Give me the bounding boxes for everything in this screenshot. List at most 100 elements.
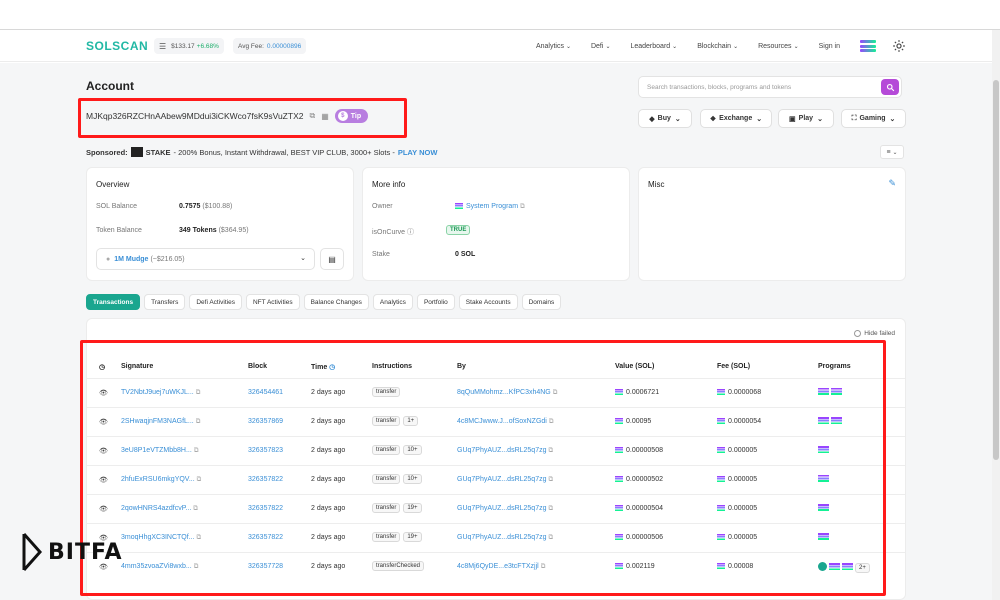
logo-text: SOLSCAN	[86, 39, 149, 53]
search-button[interactable]	[881, 79, 899, 95]
tab-transfers[interactable]: Transfers	[144, 294, 186, 310]
wallet-button[interactable]: ▤	[320, 248, 344, 270]
exchange-icon: ❖	[709, 115, 717, 123]
browser-top-strip	[0, 0, 1000, 30]
nav-resources[interactable]: Resources ⌄	[758, 43, 799, 50]
nav-leaderboard[interactable]: Leaderboard ⌄	[630, 43, 677, 50]
search-placeholder: Search transactions, blocks, programs an…	[647, 83, 792, 91]
solana-icon	[455, 203, 463, 209]
overview-title: Overview	[96, 180, 130, 189]
token-balance-amount: 349 Tokens	[179, 227, 217, 234]
avg-fee-value: 0.00000896	[266, 42, 302, 50]
watermark-text: BITFA	[48, 539, 123, 565]
sponsor-text: - 200% Bonus, Instant Withdrawal, BEST V…	[173, 147, 395, 157]
token-select-usd: (~$216.05)	[150, 255, 185, 263]
chevron-down-icon: ⌄	[605, 43, 611, 50]
gaming-label: Gaming	[859, 115, 886, 122]
sol-price: $133.17	[171, 42, 195, 50]
chevron-down-icon: ⌄	[889, 115, 896, 123]
chevron-down-icon: ⌄	[672, 43, 678, 50]
account-tabs: Transactions Transfers Defi Activities N…	[86, 294, 565, 310]
solana-network-icon[interactable]	[860, 40, 876, 52]
page-scrollbar[interactable]	[992, 30, 1000, 600]
token-balance-label: Token Balance	[96, 227, 142, 234]
nav-label: Blockchain	[697, 42, 732, 50]
token-balance-usd: ($364.95)	[218, 227, 249, 234]
owner-name: System Program	[466, 203, 519, 210]
on-curve-label: isOnCurve ⓘ	[372, 227, 414, 237]
signin-link[interactable]: Sign in	[819, 43, 840, 50]
tab-defi-activities[interactable]: Defi Activities	[189, 294, 242, 310]
more-info-title: More info	[372, 180, 406, 189]
edit-pencil-icon[interactable]: ✎	[888, 178, 896, 189]
more-info-card: More info Owner System Program ⧉ isOnCurv…	[362, 167, 630, 281]
nav-blockchain[interactable]: Blockchain ⌄	[697, 43, 738, 50]
solscan-logo[interactable]: SOLSCAN	[86, 39, 148, 53]
chevron-down-icon: ⌄	[793, 43, 799, 50]
list-view-toggle[interactable]: ≡ ⌄	[880, 145, 904, 159]
sol-balance-usd: ($100.88)	[202, 203, 233, 210]
nav-label: Leaderboard	[630, 42, 671, 50]
tab-balance-changes[interactable]: Balance Changes	[303, 294, 369, 310]
sol-change: +6.68%	[196, 42, 219, 50]
scrollbar-thumb[interactable]	[993, 80, 999, 460]
chevron-down-icon: ⌄	[817, 115, 823, 123]
bitfa-logo-icon	[22, 533, 43, 571]
play-now-link[interactable]: PLAY NOW	[398, 148, 438, 157]
nav-label: Resources	[758, 42, 792, 50]
nav-analytics[interactable]: Analytics ⌄	[536, 43, 571, 50]
owner-value[interactable]: System Program ⧉	[455, 203, 525, 211]
nav-defi[interactable]: Defi ⌄	[591, 43, 610, 50]
list-icon: ≡	[886, 148, 891, 156]
chevron-down-icon: ⌄	[733, 43, 739, 50]
sol-balance-amount: 0.7575	[179, 203, 201, 210]
gear-icon[interactable]	[892, 39, 906, 53]
gamepad-icon: ⛶	[851, 114, 857, 122]
copy-icon[interactable]: ⧉	[520, 203, 525, 210]
sponsor-brand: STAKE	[145, 147, 171, 157]
misc-card: Misc ✎	[638, 167, 906, 281]
tab-portfolio[interactable]: Portfolio	[416, 294, 455, 310]
buy-icon: ◆	[649, 115, 655, 123]
hide-failed-label: Hide failed	[864, 330, 895, 337]
sponsored-banner[interactable]: Sponsored: STAKE - 200% Bonus, Instant W…	[86, 147, 437, 157]
nav-label: Analytics	[535, 42, 564, 50]
buy-button[interactable]: ◆ Buy ⌄	[638, 109, 692, 128]
chevron-down-icon: ⌄	[892, 149, 898, 156]
hide-failed-toggle[interactable]: Hide failed	[854, 330, 895, 337]
token-select-dropdown[interactable]: ● 1M Mudge (~$216.05) ⌄	[96, 248, 315, 270]
play-button[interactable]: ▣ Play ⌄	[778, 109, 834, 128]
page-title: Account	[86, 79, 134, 93]
tab-analytics[interactable]: Analytics	[372, 294, 413, 310]
search-icon	[886, 83, 894, 91]
stake-label: Stake	[372, 251, 390, 258]
avg-fee-pill: Avg Fee: 0.00000896	[233, 38, 307, 54]
tab-transactions[interactable]: Transactions	[86, 294, 141, 310]
misc-title: Misc	[648, 180, 665, 189]
stake-value: 0 SOL	[455, 251, 475, 258]
chevron-down-icon: ⌄	[300, 255, 306, 262]
toggle-circle-icon	[854, 330, 862, 337]
tab-domains[interactable]: Domains	[521, 294, 562, 310]
info-icon[interactable]: ⓘ	[407, 229, 414, 236]
sol-price-pill[interactable]: ☰ $133.17 +6.68%	[154, 38, 224, 54]
stake-logo-icon	[130, 147, 143, 157]
menu-icon: ☰	[159, 41, 167, 51]
address-highlight-box	[78, 98, 407, 138]
table-highlight-box	[80, 340, 886, 596]
gaming-button[interactable]: ⛶ Gaming ⌄	[841, 109, 906, 128]
tab-stake-accounts[interactable]: Stake Accounts	[458, 294, 518, 310]
search-input[interactable]: Search transactions, blocks, programs an…	[638, 76, 902, 98]
top-navbar: SOLSCAN ☰ $133.17 +6.68% Avg Fee: 0.0000…	[0, 30, 992, 62]
exchange-label: Exchange	[719, 115, 753, 122]
stake-amount: 0 SOL	[455, 251, 476, 258]
nav-label: Defi	[590, 42, 604, 50]
sponsored-label: Sponsored:	[86, 147, 128, 157]
exchange-button[interactable]: ❖ Exchange ⌄	[700, 109, 772, 128]
wallet-icon: ▤	[328, 254, 336, 264]
chevron-down-icon: ⌄	[565, 43, 571, 50]
token-select-name: 1M Mudge	[114, 255, 149, 263]
tab-nft-activities[interactable]: NFT Activities	[245, 294, 300, 310]
sol-balance-value: 0.7575 ($100.88)	[179, 203, 232, 210]
sol-balance-label: SOL Balance	[96, 203, 137, 210]
